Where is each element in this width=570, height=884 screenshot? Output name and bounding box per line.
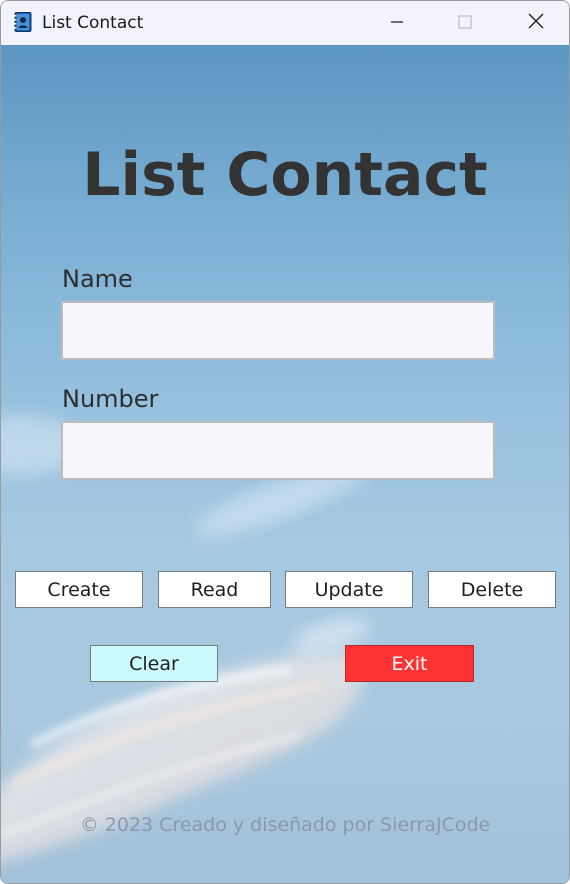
name-input[interactable]: [61, 301, 495, 360]
page-title: List Contact: [82, 140, 488, 210]
clear-button[interactable]: Clear: [90, 645, 218, 682]
create-button[interactable]: Create: [15, 571, 143, 608]
contact-book-icon: [14, 12, 32, 32]
update-button[interactable]: Update: [285, 571, 413, 608]
name-label: Name: [62, 265, 133, 293]
client-area: List Contact Name Number Create Read Upd…: [1, 45, 569, 883]
maximize-button[interactable]: [442, 1, 488, 45]
app-window: List Contact List Contact Name Number Cr…: [0, 0, 570, 884]
close-button[interactable]: [513, 1, 559, 45]
exit-button[interactable]: Exit: [345, 645, 474, 682]
delete-button[interactable]: Delete: [428, 571, 556, 608]
minimize-button[interactable]: [374, 1, 420, 45]
window-title: List Contact: [42, 13, 144, 33]
read-button[interactable]: Read: [158, 571, 271, 608]
copyright-footer: © 2023 Creado y diseñado por SierraJCode: [79, 814, 491, 836]
number-label: Number: [62, 385, 159, 413]
maximize-icon: [458, 14, 472, 33]
close-icon: [528, 13, 544, 33]
number-input[interactable]: [61, 421, 495, 480]
minimize-icon: [390, 14, 404, 33]
title-bar[interactable]: List Contact: [1, 1, 569, 45]
